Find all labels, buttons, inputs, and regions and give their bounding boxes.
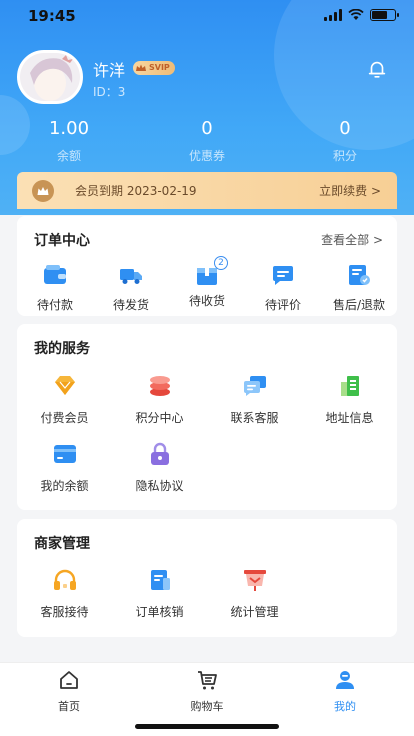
order-center-card: 订单中心 查看全部 > 待付款 待发货 2 待收货 待评价 售后/退款: [17, 216, 397, 316]
battery-icon: [370, 9, 399, 21]
service-label: 地址信息: [325, 411, 374, 425]
username: 许洋: [93, 61, 126, 80]
truck-icon: [120, 269, 142, 284]
cart-icon: [198, 671, 217, 690]
chat-icon: [243, 376, 266, 396]
order-pending-receipt[interactable]: 2 待收货: [169, 256, 245, 313]
order-count-badge: 2: [214, 256, 228, 270]
user-id: ID：3: [93, 85, 126, 99]
my-services-card: 我的服务 付费会员 积分中心 联系客服 地址信息 我的余额 隐私协议: [17, 324, 397, 510]
stat-balance[interactable]: 1.00 余额: [0, 118, 138, 164]
order-pending-shipment[interactable]: 待发货: [93, 264, 169, 313]
merchant-label: 订单核销: [135, 605, 184, 619]
status-time: 19:45: [28, 7, 76, 25]
merchant-label: 客服接待: [40, 605, 89, 619]
service-my-balance[interactable]: 我的余额: [17, 442, 112, 510]
status-bar: 19:45: [0, 0, 414, 32]
merchant-statistics[interactable]: 统计管理: [207, 568, 302, 636]
service-points-center[interactable]: 积分中心: [112, 374, 207, 442]
service-label: 付费会员: [40, 411, 89, 425]
lock-icon: [150, 442, 169, 465]
order-label: 售后/退款: [332, 298, 386, 312]
order-label: 待收货: [188, 294, 225, 308]
user-icon: [336, 671, 354, 689]
membership-bar[interactable]: 会员到期 2023-02-19 立即续费 >: [17, 172, 397, 209]
refund-icon: [349, 265, 370, 285]
membership-expiry: 会员到期 2023-02-19: [75, 184, 197, 198]
order-label: 待付款: [36, 298, 73, 312]
merchant-title: 商家管理: [34, 536, 90, 552]
stat-value: 1.00: [48, 118, 90, 139]
merchant-customer-service[interactable]: 客服接待: [17, 568, 112, 636]
order-center-title: 订单中心: [34, 233, 90, 249]
building-icon: [340, 376, 359, 396]
merchant-order-verification[interactable]: 订单核销: [112, 568, 207, 636]
home-icon: [60, 671, 78, 689]
order-label: 待发货: [112, 298, 149, 312]
wallet-icon: [44, 265, 66, 284]
order-after-sales[interactable]: 售后/退款: [321, 264, 397, 313]
service-privacy-policy[interactable]: 隐私协议: [112, 442, 207, 510]
service-paid-membership[interactable]: 付费会员: [17, 374, 112, 442]
tab-label: 我的: [334, 700, 356, 713]
svip-badge: SVIP: [133, 61, 175, 75]
coins-icon: [149, 376, 170, 396]
service-label: 我的余额: [40, 479, 89, 493]
stat-points[interactable]: 0 积分: [276, 118, 414, 164]
service-label: 隐私协议: [135, 479, 184, 493]
home-indicator: [135, 724, 279, 729]
wifi-icon: [348, 9, 364, 20]
merchant-label: 统计管理: [230, 605, 279, 619]
view-all-orders-link[interactable]: 查看全部 >: [321, 231, 383, 248]
stat-value: 0: [201, 118, 213, 139]
services-title: 我的服务: [34, 341, 90, 357]
service-address-info[interactable]: 地址信息: [302, 374, 397, 442]
headset-icon: [53, 569, 76, 590]
bell-icon[interactable]: [366, 58, 388, 80]
chart-board-icon: [243, 570, 266, 591]
stat-label: 优惠券: [188, 149, 225, 163]
document-icon: [150, 570, 170, 590]
crown-icon: [136, 64, 146, 71]
stat-label: 积分: [332, 149, 357, 163]
order-label: 待评价: [264, 298, 301, 312]
service-label: 联系客服: [230, 411, 279, 425]
comment-icon: [273, 266, 293, 285]
account-stats: 1.00 余额 0 优惠券 0 积分: [0, 118, 414, 164]
svip-label: SVIP: [149, 63, 170, 72]
stat-label: 余额: [56, 149, 81, 163]
tab-label: 购物车: [190, 700, 224, 713]
tab-label: 首页: [58, 700, 80, 713]
signal-icon: [324, 9, 342, 21]
diamond-icon: [54, 376, 75, 395]
merchant-card: 商家管理 客服接待 订单核销 统计管理: [17, 519, 397, 637]
avatar[interactable]: [17, 50, 83, 104]
order-pending-payment[interactable]: 待付款: [17, 264, 93, 313]
stat-coupons[interactable]: 0 优惠券: [138, 118, 276, 164]
service-label: 积分中心: [135, 411, 184, 425]
renew-button[interactable]: 立即续费 >: [319, 182, 381, 199]
vip-crown-icon: [32, 180, 54, 202]
tab-home[interactable]: 首页: [0, 663, 138, 736]
order-pending-review[interactable]: 待评价: [245, 264, 321, 313]
card-icon: [53, 445, 76, 463]
tab-mine[interactable]: 我的: [276, 663, 414, 736]
service-contact-support[interactable]: 联系客服: [207, 374, 302, 442]
stat-value: 0: [339, 118, 351, 139]
